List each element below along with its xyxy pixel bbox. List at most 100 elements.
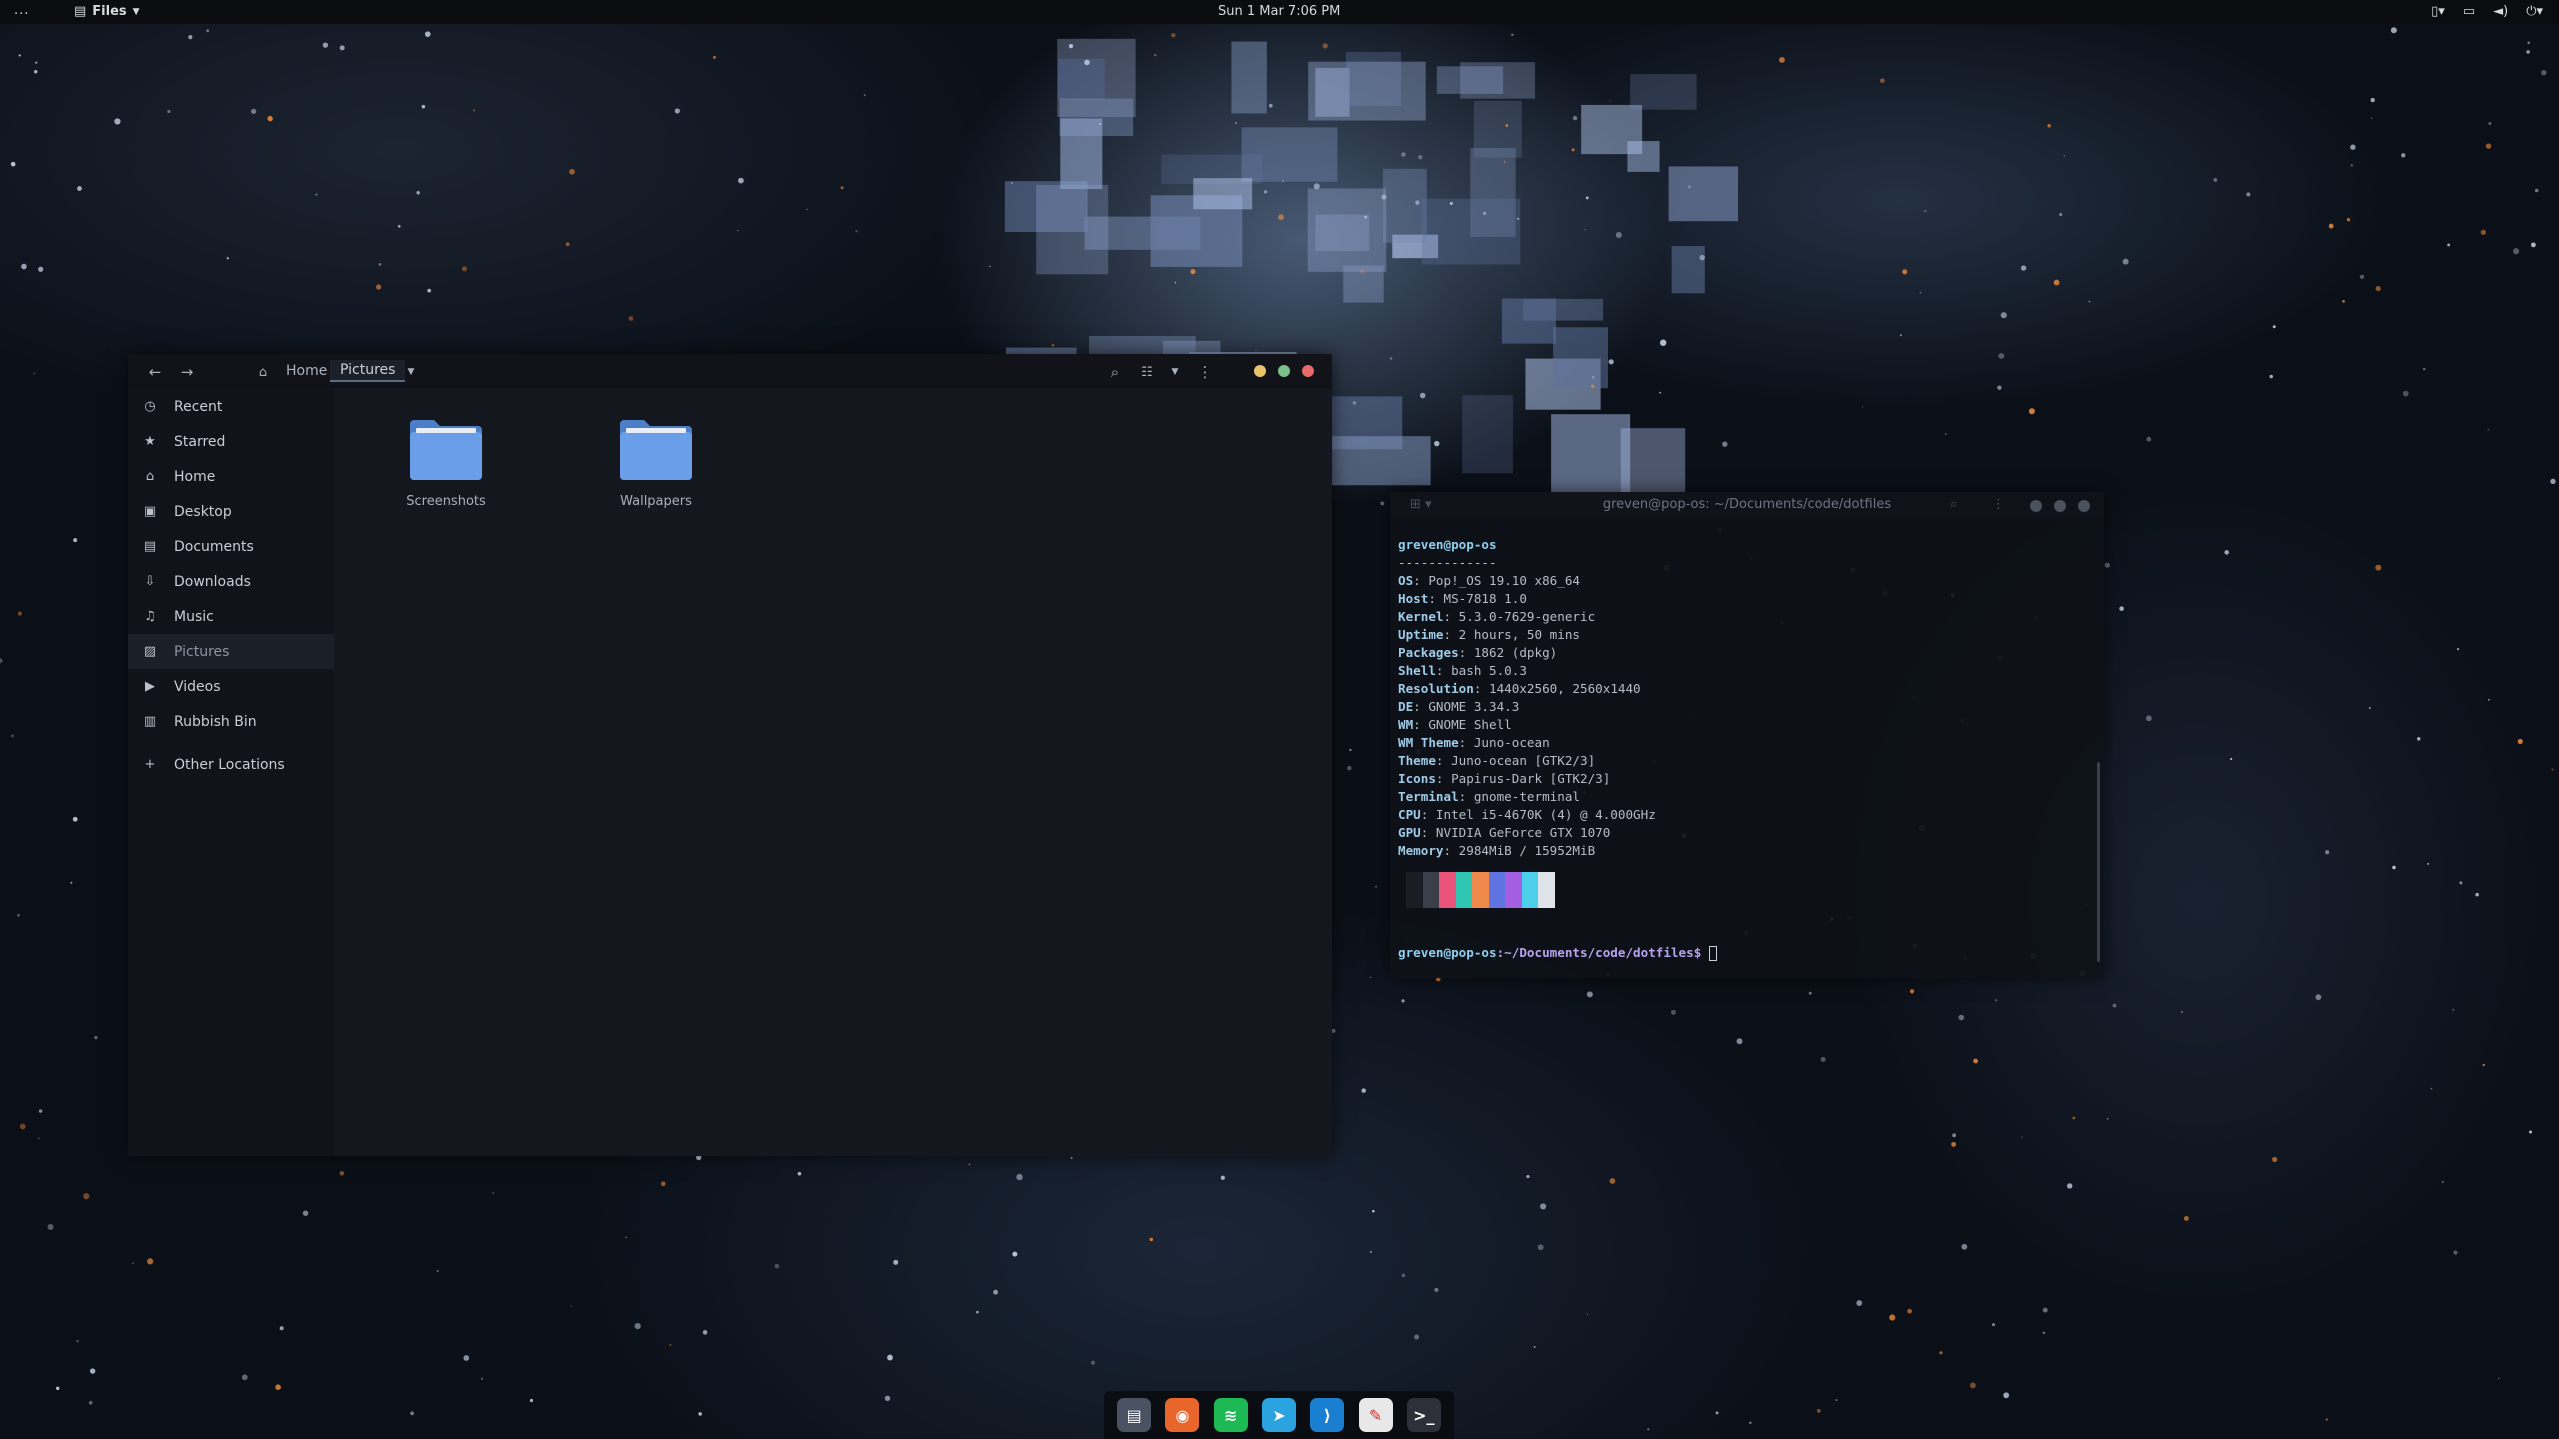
sidebar-item-starred[interactable]: ★ Starred: [128, 424, 334, 459]
color-swatch: [1488, 872, 1505, 908]
spotify-icon[interactable]: ≋: [1213, 1398, 1248, 1432]
music-icon: ♫: [144, 609, 156, 624]
menu-icon[interactable]: ⋮: [1992, 492, 2005, 518]
neofetch-line: DE: GNOME 3.34.3: [1398, 699, 1520, 714]
neofetch-line: Icons: Papirus-Dark [GTK2/3]: [1398, 771, 1611, 786]
neofetch-line: Theme: Juno-ocean [GTK2/3]: [1398, 753, 1596, 768]
maximize-button[interactable]: [2054, 500, 2066, 512]
neofetch-key: WM Theme: [1398, 735, 1459, 750]
sidebar-item-pictures[interactable]: ▨ Pictures: [128, 634, 334, 669]
folder-label: Screenshots: [406, 494, 486, 509]
forward-icon[interactable]: →: [176, 361, 198, 383]
neofetch-key: Kernel: [1398, 609, 1444, 624]
close-button[interactable]: [1302, 365, 1314, 377]
neofetch-line: WM Theme: Juno-ocean: [1398, 735, 1550, 750]
neofetch-value: 2984MiB / 15952MiB: [1458, 843, 1596, 858]
sidebar-item-downloads[interactable]: ⇩ Downloads: [128, 564, 334, 599]
terminal-prompt[interactable]: greven@pop-os:~/Documents/code/dotfiles$: [1398, 944, 1717, 962]
app-menu[interactable]: ▤ Files ▼: [74, 4, 140, 19]
sidebar-item-recent[interactable]: ◷ Recent: [128, 389, 334, 424]
neofetch-value: Pop!_OS 19.10 x86_64: [1428, 573, 1580, 588]
breadcrumb-pictures[interactable]: Pictures: [330, 360, 406, 382]
neofetch-value: Juno-ocean: [1473, 735, 1550, 750]
minimize-button[interactable]: [1254, 365, 1266, 377]
maximize-button[interactable]: [1278, 365, 1290, 377]
files-icon[interactable]: ▤: [1117, 1398, 1152, 1432]
sidebar-item-music[interactable]: ♫ Music: [128, 599, 334, 634]
star-icon: ★: [144, 434, 156, 449]
neofetch-key: OS: [1398, 573, 1414, 588]
neofetch-line: Memory: 2984MiB / 15952MiB: [1398, 843, 1596, 858]
clock[interactable]: Sun 1 Mar 7:06 PM: [1218, 4, 1340, 19]
color-swatch: [1406, 872, 1423, 908]
system-tray[interactable]: ▯▾ ▭ ◄) ⏻▾: [2431, 4, 2543, 19]
clipboard-icon[interactable]: ▯▾: [2431, 4, 2445, 19]
color-swatch: [1455, 872, 1472, 908]
telegram-icon[interactable]: ➤: [1261, 1398, 1296, 1432]
view-options-chevron-icon[interactable]: ▼: [1164, 361, 1186, 383]
text-editor-icon[interactable]: ✎: [1358, 1398, 1393, 1432]
terminal-window[interactable]: ⊞ ▾ greven@pop-os: ~/Documents/code/dotf…: [1390, 492, 2104, 978]
sidebar-item-label: Home: [174, 468, 216, 485]
neofetch-line: Resolution: 1440x2560, 2560x1440: [1398, 681, 1641, 696]
trash-icon: ▥: [143, 714, 157, 729]
search-icon[interactable]: ⌕: [1104, 361, 1126, 383]
sidebar-item-label: Starred: [174, 433, 226, 450]
folder-label: Wallpapers: [620, 494, 692, 509]
neofetch-key: CPU: [1398, 807, 1421, 822]
neofetch-key: Resolution: [1398, 681, 1474, 696]
neofetch-value: Juno-ocean [GTK2/3]: [1451, 753, 1596, 768]
power-icon[interactable]: ⏻▾: [2526, 4, 2543, 19]
neofetch-key: Packages: [1398, 645, 1459, 660]
vscode-icon[interactable]: ⟩: [1310, 1398, 1345, 1432]
color-swatch: [1422, 872, 1439, 908]
sidebar-item-documents[interactable]: ▤ Documents: [128, 529, 334, 564]
neofetch-value: GNOME Shell: [1428, 717, 1512, 732]
neofetch-key: Terminal: [1398, 789, 1459, 804]
clock-icon: ◷: [144, 399, 156, 414]
screen-icon[interactable]: ▭: [2463, 4, 2475, 19]
sidebar-item-label: Videos: [174, 678, 221, 695]
sidebar-item-other-locations[interactable]: + Other Locations: [128, 747, 334, 782]
desktop-icon: ▣: [143, 504, 157, 519]
firefox-icon[interactable]: ◉: [1165, 1398, 1200, 1432]
breadcrumb-home[interactable]: Home: [286, 360, 327, 382]
search-icon[interactable]: ⌕: [1950, 492, 1957, 518]
neofetch-separator: -------------: [1398, 555, 1497, 570]
picture-icon: ▨: [143, 644, 157, 659]
home-icon[interactable]: ⌂: [252, 361, 274, 383]
folder-icon: [410, 420, 482, 480]
folder-screenshots[interactable]: Screenshots: [386, 414, 506, 509]
chevron-down-icon[interactable]: ▼: [400, 361, 422, 383]
neofetch-line: Kernel: 5.3.0-7629-generic: [1398, 609, 1596, 624]
activities-button[interactable]: ...: [14, 3, 29, 18]
app-name: Files: [92, 4, 127, 19]
neofetch-value: 1440x2560, 2560x1440: [1489, 681, 1641, 696]
neofetch-key: Uptime: [1398, 627, 1444, 642]
list-view-icon[interactable]: ☷: [1136, 361, 1158, 383]
back-icon[interactable]: ←: [144, 361, 166, 383]
files-app-icon: ▤: [74, 4, 87, 19]
terminal-scrollbar[interactable]: [2097, 762, 2100, 962]
neofetch-key: WM: [1398, 717, 1414, 732]
sidebar-item-label: Downloads: [174, 573, 251, 590]
sidebar-item-videos[interactable]: ▶ Videos: [128, 669, 334, 704]
sidebar-item-rubbish-bin[interactable]: ▥ Rubbish Bin: [128, 704, 334, 739]
dock: ▤ ◉ ≋ ➤ ⟩ ✎ >_: [1104, 1391, 1454, 1439]
menu-icon[interactable]: ⋮: [1194, 361, 1216, 383]
close-button[interactable]: [2078, 500, 2090, 512]
sidebar-item-desktop[interactable]: ▣ Desktop: [128, 494, 334, 529]
neofetch-key: Icons: [1398, 771, 1436, 786]
volume-icon[interactable]: ◄): [2493, 4, 2508, 19]
terminal-icon[interactable]: >_: [1406, 1398, 1441, 1432]
neofetch-value: GNOME 3.34.3: [1428, 699, 1520, 714]
sidebar-item-label: Pictures: [174, 643, 230, 660]
folder-wallpapers[interactable]: Wallpapers: [596, 414, 716, 509]
document-icon: ▤: [143, 539, 157, 554]
minimize-button[interactable]: [2030, 500, 2042, 512]
neofetch-value: gnome-terminal: [1473, 789, 1580, 804]
sidebar-item-home[interactable]: ⌂ Home: [128, 459, 334, 494]
new-tab-icon[interactable]: ⊞ ▾: [1410, 492, 1432, 518]
color-swatch: [1439, 872, 1456, 908]
color-swatch: [1538, 872, 1555, 908]
